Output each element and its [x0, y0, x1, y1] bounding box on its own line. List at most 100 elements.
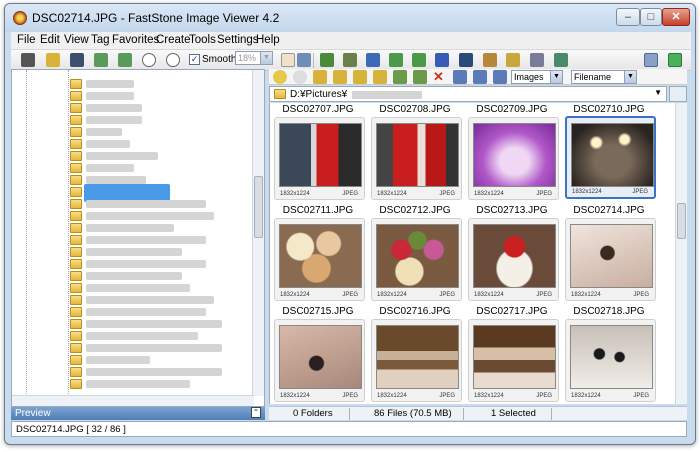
redacted-folder-name [86, 308, 206, 316]
scroll-thumb[interactable] [254, 176, 263, 238]
image-format: JPEG [536, 393, 552, 399]
menu-favorites[interactable]: Favorites [112, 34, 159, 46]
back-icon[interactable] [273, 70, 287, 84]
open-folder-icon[interactable] [46, 53, 60, 67]
view-small-icon[interactable] [473, 70, 487, 84]
resize-icon[interactable] [320, 53, 334, 67]
filter-select[interactable]: Images ▼ [511, 70, 563, 84]
menu-file[interactable]: File [17, 34, 36, 46]
view-thumbnails-icon[interactable] [453, 70, 467, 84]
image-dimensions: 1832x1224 [474, 393, 504, 399]
thumbnail-card[interactable]: 1832x1224 JPEG [274, 319, 365, 402]
tree-horizontal-scrollbar[interactable] [12, 395, 254, 406]
image-format: JPEG [342, 393, 358, 399]
filter-value: Images [514, 72, 544, 82]
separator [313, 53, 314, 68]
zoom-in-icon[interactable] [142, 53, 156, 67]
thumbnail-image [376, 123, 459, 187]
menu-tag[interactable]: Tag [91, 34, 110, 46]
email-icon[interactable] [506, 53, 520, 67]
chevron-down-icon[interactable]: ▼ [654, 88, 662, 97]
zoom-out-icon[interactable] [166, 53, 180, 67]
menu-tools[interactable]: Tools [189, 34, 216, 46]
copy-to-icon[interactable] [393, 70, 407, 84]
zoom-select[interactable]: 18% ▼ [235, 51, 273, 65]
image-format: JPEG [536, 191, 552, 197]
calendar-icon[interactable] [669, 86, 687, 102]
forward-icon[interactable] [293, 70, 307, 84]
view-details-icon[interactable] [493, 70, 507, 84]
delete-icon[interactable]: ✕ [433, 69, 444, 85]
redacted-folder-name [86, 272, 182, 280]
thumbnail-card[interactable]: 1832x1224 JPEG [371, 319, 462, 402]
file-name: DSC02707.JPG [282, 104, 354, 115]
print-icon[interactable] [530, 53, 544, 67]
minimize-button[interactable]: – [616, 8, 640, 26]
thumbnail-grid[interactable]: DSC02707.JPG DSC02708.JPG DSC02709.JPG D… [269, 103, 675, 404]
histogram-icon[interactable] [435, 53, 449, 67]
redacted-folder-name [86, 176, 146, 184]
tree-scrollbar[interactable] [252, 70, 264, 396]
thumbnail-card[interactable]: 1832x1224 JPEG [274, 117, 365, 200]
hand-tool-icon[interactable] [281, 53, 295, 67]
thumbnail-card[interactable]: 1832x1224 JPEG [565, 319, 656, 402]
thumbnail-card[interactable]: 1832x1224 JPEG [468, 117, 559, 200]
redacted-folder-name [86, 212, 214, 220]
close-button[interactable]: ✕ [662, 8, 690, 26]
thumbnail-card[interactable]: 1832x1224 JPEG [468, 319, 559, 402]
file-name: DSC02713.JPG [476, 205, 548, 216]
redacted-folder-name [86, 164, 134, 172]
camera-icon[interactable] [21, 53, 35, 67]
info-bar: DSC02714.JPG [ 32 / 86 ] [11, 421, 687, 437]
preview-header[interactable]: Preview ⌃ [11, 407, 265, 420]
next-icon[interactable] [118, 53, 132, 67]
move-to-icon[interactable] [413, 70, 427, 84]
folder-new-icon[interactable] [353, 70, 367, 84]
thumbnail-image [279, 325, 362, 389]
path-field[interactable]: D:¥Pictures¥ ▼ [269, 86, 667, 102]
image-format: JPEG [632, 189, 648, 195]
thumbnail-card-selected[interactable]: 1832x1224 JPEG [565, 116, 656, 199]
menu-settings[interactable]: Settings [217, 34, 259, 46]
image-dimensions: 1832x1224 [377, 292, 407, 298]
fullscreen-icon[interactable] [459, 53, 473, 67]
crop-icon[interactable] [343, 53, 357, 67]
folder-copy-icon[interactable] [373, 70, 387, 84]
color-adjust-icon[interactable] [366, 53, 380, 67]
thumbnail-card[interactable]: 1832x1224 JPEG [371, 218, 462, 301]
folder-icon [70, 199, 82, 209]
folder-icon [70, 103, 82, 113]
rotate-left-icon[interactable] [389, 53, 403, 67]
status-bar: 0 Folders 86 Files (70.5 MB) 1 Selected [269, 406, 687, 420]
thumbnail-card[interactable]: 1832x1224 JPEG [565, 218, 656, 301]
folder-tree[interactable] [11, 69, 265, 407]
menu-create[interactable]: Create [156, 34, 191, 46]
layout-icon[interactable] [644, 53, 658, 67]
folder-up-icon[interactable] [313, 70, 327, 84]
fit-window-icon[interactable] [668, 53, 682, 67]
sort-select[interactable]: Filename ▼ [571, 70, 637, 84]
thumbnail-scrollbar[interactable] [675, 103, 687, 404]
menu-view[interactable]: View [64, 34, 89, 46]
dropdown-icon[interactable] [297, 53, 311, 67]
app-icon [13, 11, 27, 25]
folder-icon [70, 367, 82, 377]
settings-icon[interactable] [554, 53, 568, 67]
thumbnail-card[interactable]: 1832x1224 JPEG [468, 218, 559, 301]
thumbnail-card[interactable]: 1832x1224 JPEG [274, 218, 365, 301]
tree-item[interactable] [12, 378, 252, 391]
save-icon[interactable] [70, 53, 84, 67]
slideshow-icon[interactable] [483, 53, 497, 67]
scroll-thumb[interactable] [677, 203, 686, 239]
smooth-checkbox[interactable]: ✓ [189, 54, 200, 65]
redacted-folder-name [86, 380, 190, 388]
thumbnail-card[interactable]: 1832x1224 JPEG [371, 117, 462, 200]
folder-icon[interactable] [333, 70, 347, 84]
redacted-folder-name [86, 224, 174, 232]
previous-icon[interactable] [94, 53, 108, 67]
maximize-button[interactable]: □ [640, 8, 662, 26]
menu-help[interactable]: Help [256, 34, 280, 46]
rotate-right-icon[interactable] [412, 53, 426, 67]
menu-edit[interactable]: Edit [40, 34, 60, 46]
collapse-icon[interactable]: ⌃ [251, 407, 261, 418]
